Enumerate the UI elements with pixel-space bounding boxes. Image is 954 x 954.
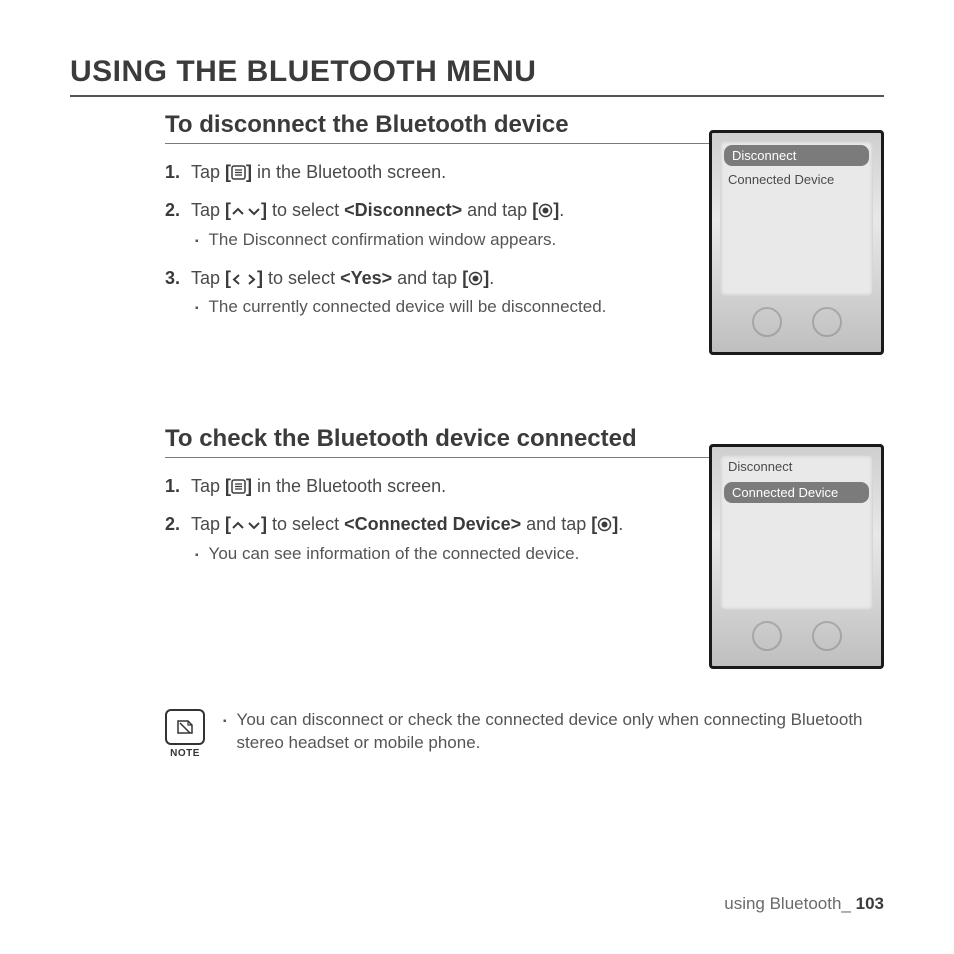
- step-1: 1. Tap [] in the Bluetooth screen.: [165, 160, 689, 184]
- menu-item-disconnect: Disconnect: [724, 145, 869, 166]
- section-disconnect: To disconnect the Bluetooth device 1. Ta…: [165, 111, 884, 355]
- text: in the Bluetooth screen.: [252, 162, 446, 182]
- target-icon: [468, 271, 483, 286]
- footer-text: using Bluetooth_: [724, 894, 855, 913]
- text: Tap: [191, 200, 225, 220]
- menu-item-connected-device: Connected Device: [724, 482, 869, 503]
- step-number: 3.: [165, 266, 191, 319]
- text: You can disconnect or check the connecte…: [237, 709, 884, 755]
- sub-bullet: The currently connected device will be d…: [191, 296, 689, 319]
- menu-icon: [231, 165, 246, 180]
- text: to select: [267, 200, 344, 220]
- text: .: [559, 200, 564, 220]
- control-circle-icon: [752, 307, 782, 337]
- up-down-icon: [231, 519, 261, 532]
- step-body: Tap [] to select <Disconnect> and tap []…: [191, 198, 689, 251]
- bold-term: <Connected Device>: [344, 514, 521, 534]
- text: and tap: [521, 514, 591, 534]
- text: Tap: [191, 268, 225, 288]
- text: and tap: [462, 200, 532, 220]
- step-1: 1. Tap [] in the Bluetooth screen.: [165, 474, 689, 498]
- page-footer: using Bluetooth_ 103: [724, 894, 884, 914]
- steps-list: 1. Tap [] in the Bluetooth screen. 2. Ta…: [165, 160, 689, 333]
- page-title: USING THE BLUETOOTH MENU: [70, 55, 884, 97]
- step-body: Tap [] in the Bluetooth screen.: [191, 160, 689, 184]
- note-block: NOTE You can disconnect or check the con…: [165, 709, 884, 759]
- manual-page: USING THE BLUETOOTH MENU To disconnect t…: [0, 0, 954, 954]
- left-right-icon: [231, 273, 257, 286]
- bold-term: <Yes>: [340, 268, 392, 288]
- page-number: 103: [856, 894, 884, 913]
- device-mock-1: Disconnect Connected Device: [709, 130, 884, 355]
- steps-list: 1. Tap [] in the Bluetooth screen. 2. Ta…: [165, 474, 689, 580]
- bold-term: <Disconnect>: [344, 200, 462, 220]
- control-circle-icon: [812, 621, 842, 651]
- step-2: 2. Tap [] to select <Disconnect> and tap…: [165, 198, 689, 251]
- menu-item-disconnect: Disconnect: [720, 455, 873, 478]
- step-number: 1.: [165, 474, 191, 498]
- step-body: Tap [] to select <Yes> and tap []. The c…: [191, 266, 689, 319]
- menu-item-connected-device: Connected Device: [720, 168, 873, 191]
- device-controls: [720, 616, 873, 656]
- step-number: 2.: [165, 512, 191, 565]
- text: Tap: [191, 476, 225, 496]
- text: in the Bluetooth screen.: [252, 476, 446, 496]
- target-icon: [597, 517, 612, 532]
- note-label: NOTE: [170, 748, 200, 759]
- device-screen: Disconnect Connected Device: [720, 455, 873, 610]
- note-icon: NOTE: [165, 709, 205, 759]
- sub-bullet: The Disconnect confirmation window appea…: [191, 229, 689, 252]
- note-text: You can disconnect or check the connecte…: [219, 709, 884, 755]
- text: and tap: [392, 268, 462, 288]
- text: The Disconnect confirmation window appea…: [209, 229, 557, 252]
- step-3: 3. Tap [] to select <Yes> and tap []. Th…: [165, 266, 689, 319]
- step-number: 1.: [165, 160, 191, 184]
- text: Tap: [191, 162, 225, 182]
- text: You can see information of the connected…: [209, 543, 580, 566]
- text: .: [618, 514, 623, 534]
- section-check-connected: To check the Bluetooth device connected …: [165, 425, 884, 669]
- text: to select: [263, 268, 340, 288]
- step-body: Tap [] to select <Connected Device> and …: [191, 512, 689, 565]
- text: .: [489, 268, 494, 288]
- sub-bullet: You can see information of the connected…: [191, 543, 689, 566]
- step-body: Tap [] in the Bluetooth screen.: [191, 474, 689, 498]
- up-down-icon: [231, 205, 261, 218]
- text: to select: [267, 514, 344, 534]
- device-screen: Disconnect Connected Device: [720, 141, 873, 296]
- step-2: 2. Tap [] to select <Connected Device> a…: [165, 512, 689, 565]
- text: Tap: [191, 514, 225, 534]
- menu-icon: [231, 479, 246, 494]
- control-circle-icon: [752, 621, 782, 651]
- device-controls: [720, 302, 873, 342]
- text: The currently connected device will be d…: [209, 296, 607, 319]
- step-number: 2.: [165, 198, 191, 251]
- control-circle-icon: [812, 307, 842, 337]
- device-mock-2: Disconnect Connected Device: [709, 444, 884, 669]
- target-icon: [538, 203, 553, 218]
